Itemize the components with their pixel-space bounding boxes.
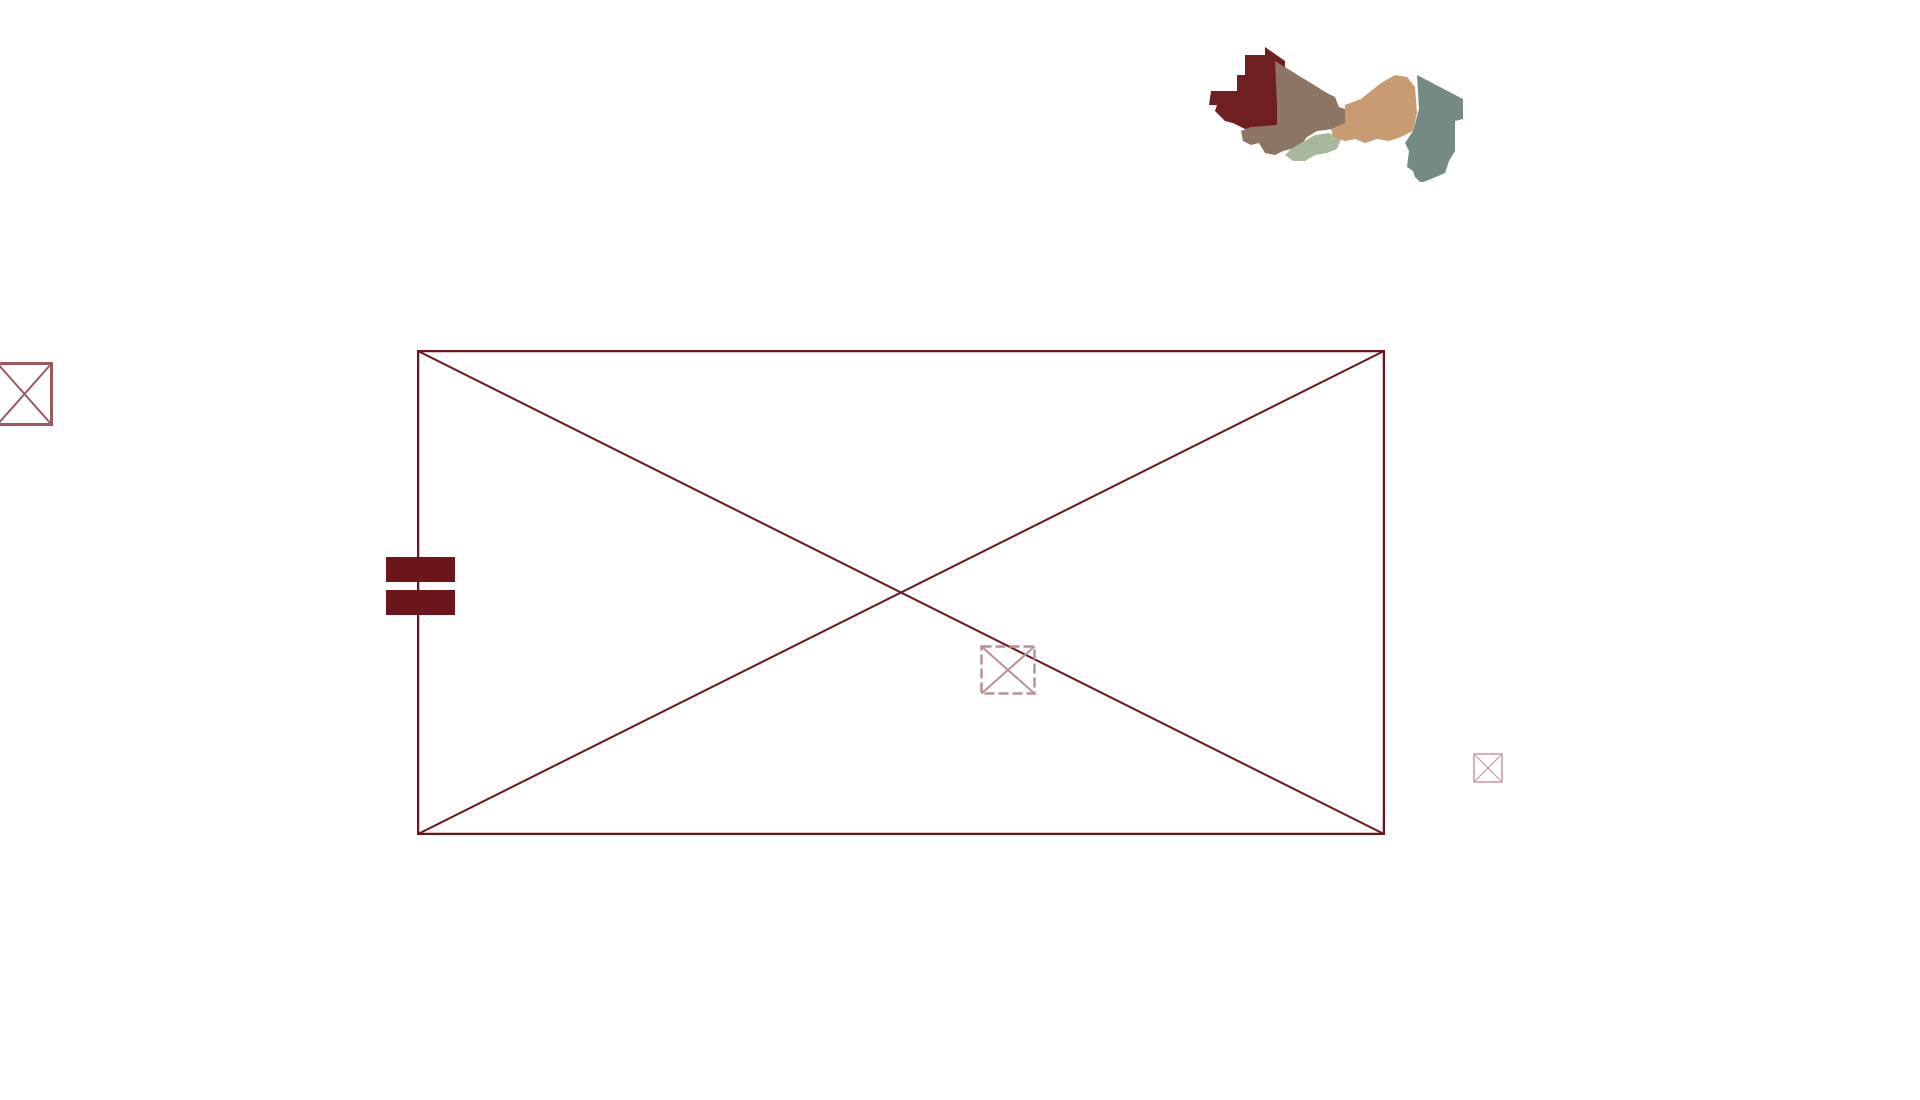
logo-region-1 — [1209, 47, 1285, 129]
slider-handle-bar-top — [386, 557, 455, 582]
broken-image-icon — [980, 645, 1036, 695]
hero-image-placeholder[interactable] — [417, 350, 1385, 835]
pause-slider-handle-icon[interactable] — [386, 557, 455, 616]
logo-map-svg — [1209, 47, 1463, 182]
slider-handle-bar-bottom — [386, 590, 455, 615]
broken-image-icon — [417, 350, 1385, 835]
page — [0, 0, 1920, 1100]
broken-image-icon — [1473, 753, 1503, 783]
sahel-map-logo-icon[interactable] — [1205, 47, 1465, 182]
broken-image-icon — [0, 362, 53, 426]
